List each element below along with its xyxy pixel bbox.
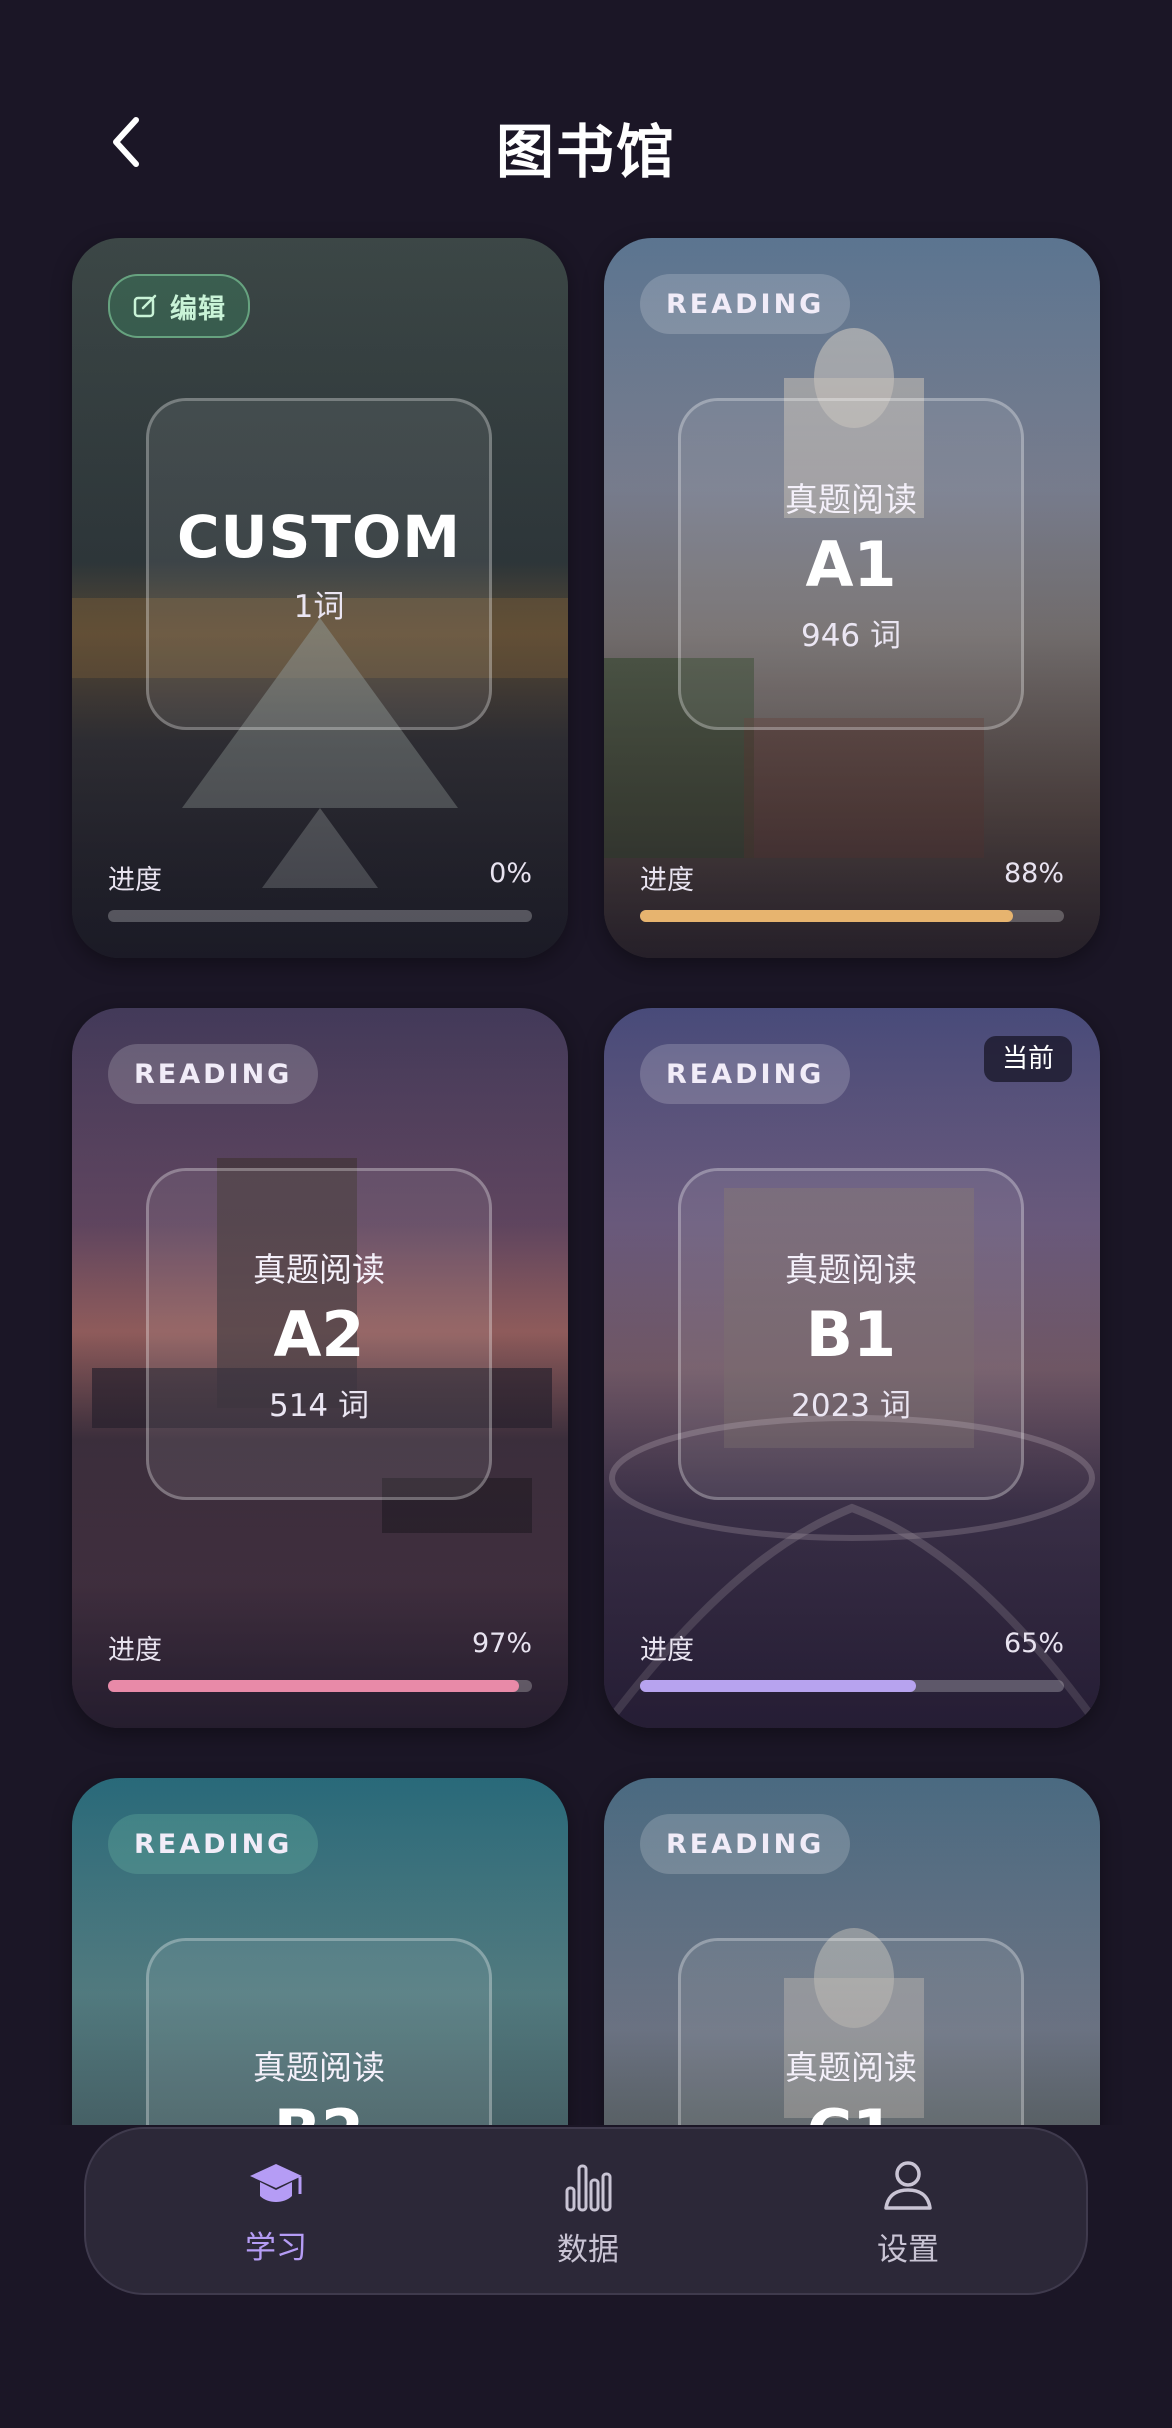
- category-tag: READING: [108, 1814, 319, 1874]
- card-subtitle: 真题阅读: [253, 1250, 385, 1290]
- card-subtitle: 真题阅读: [785, 480, 917, 520]
- book-card-custom[interactable]: 编辑 CUSTOM 1词 进度 0%: [72, 238, 568, 958]
- edit-icon: [133, 294, 157, 318]
- card-level: A1: [805, 528, 897, 602]
- progress-percent: 65%: [1003, 1628, 1064, 1659]
- card-subtitle: 真题阅读: [785, 2047, 917, 2087]
- card-info-panel: 真题阅读 A2 514 词: [146, 1168, 492, 1500]
- card-info-panel: 真题阅读 A1 946 词: [678, 398, 1024, 730]
- progress-row: 进度 0%: [108, 858, 532, 897]
- category-tag: READING: [640, 274, 851, 334]
- progress-track: [108, 910, 532, 922]
- card-level: B2: [274, 2098, 364, 2125]
- progress-track: [640, 910, 1064, 922]
- progress-percent: 97%: [471, 1628, 532, 1659]
- progress-fill: [108, 1680, 520, 1692]
- card-word-count: 514 词: [268, 1387, 370, 1424]
- card-info-panel: 真题阅读 C1: [678, 1938, 1024, 2125]
- edit-label: 编辑: [170, 293, 226, 325]
- progress-row: 进度 97%: [108, 1628, 532, 1667]
- progress-fill: [640, 910, 1014, 922]
- current-badge: 当前: [983, 1036, 1072, 1082]
- progress-label: 进度: [108, 1635, 162, 1666]
- card-info-panel: 真题阅读 B1 2023 词: [678, 1168, 1024, 1500]
- nav-label-settings: 设置: [877, 2231, 939, 2268]
- card-word-count: 1词: [293, 588, 345, 625]
- card-info-panel: 真题阅读 B2: [146, 1938, 492, 2125]
- book-card-b1[interactable]: READING 当前 真题阅读 B1 2023 词 进度 65%: [604, 1008, 1100, 1728]
- card-subtitle: 真题阅读: [253, 2047, 385, 2087]
- bar-chart-icon: [565, 2164, 612, 2211]
- category-tag: READING: [640, 1814, 851, 1874]
- graduation-cap-icon: [250, 2163, 302, 2202]
- book-card-a1[interactable]: READING 真题阅读 A1 946 词 进度 88%: [604, 238, 1100, 958]
- card-word-count: 946 词: [800, 617, 902, 654]
- card-level: C1: [807, 2098, 896, 2125]
- nav-item-settings[interactable]: 设置: [798, 2129, 1018, 2297]
- progress-label: 进度: [108, 865, 162, 896]
- progress-track: [640, 1680, 1064, 1692]
- card-subtitle: 真题阅读: [785, 1250, 917, 1290]
- nav-label-data: 数据: [557, 2231, 619, 2268]
- progress-row: 进度 88%: [640, 858, 1064, 897]
- card-level: CUSTOM: [176, 502, 462, 571]
- nav-item-data[interactable]: 数据: [478, 2129, 698, 2297]
- user-icon: [884, 2160, 932, 2210]
- progress-track: [108, 1680, 532, 1692]
- book-card-c1[interactable]: READING 真题阅读 C1: [604, 1778, 1100, 2125]
- edit-button[interactable]: 编辑: [108, 274, 250, 338]
- card-level: B1: [805, 1298, 897, 1372]
- card-level: A2: [273, 1298, 365, 1372]
- progress-label: 进度: [640, 865, 694, 896]
- progress-percent: 88%: [1003, 858, 1064, 889]
- nav-item-study[interactable]: 学习: [166, 2129, 386, 2297]
- progress-label: 进度: [640, 1635, 694, 1666]
- library-grid: 编辑 CUSTOM 1词 进度 0% READING 真题阅读 A1 946 词…: [0, 0, 1172, 2125]
- card-info-panel: CUSTOM 1词: [146, 398, 492, 730]
- progress-percent: 0%: [489, 858, 532, 889]
- category-tag: READING: [108, 1044, 319, 1104]
- category-tag: READING: [640, 1044, 851, 1104]
- bottom-nav: 学习 数据 设置: [84, 2127, 1088, 2295]
- book-card-a2[interactable]: READING 真题阅读 A2 514 词 进度 97%: [72, 1008, 568, 1728]
- book-card-b2[interactable]: READING 真题阅读 B2: [72, 1778, 568, 2125]
- nav-label-study: 学习: [245, 2229, 307, 2266]
- progress-fill: [640, 1680, 916, 1692]
- card-word-count: 2023 词: [791, 1387, 911, 1424]
- progress-row: 进度 65%: [640, 1628, 1064, 1667]
